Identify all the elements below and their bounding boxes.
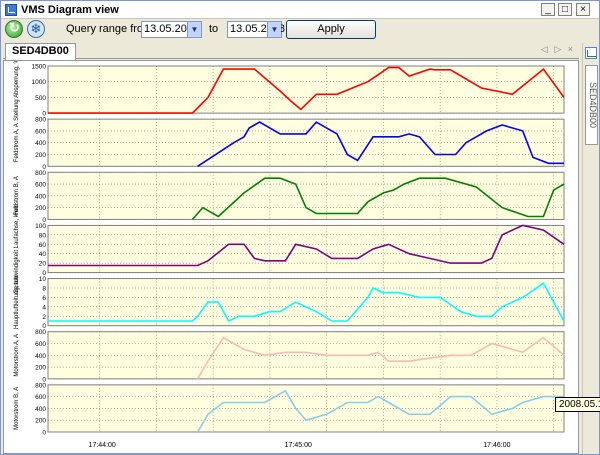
y-tick-label: 400	[35, 140, 46, 147]
y-tick-label: 400	[35, 193, 46, 200]
to-date-picker[interactable]: 13.05.2008 ▼	[227, 21, 285, 38]
y-tick-label: 0	[42, 430, 46, 437]
tab-navigation[interactable]: ◁ ▷ ×	[541, 44, 575, 55]
y-tick-label: 200	[35, 205, 46, 212]
tab-sed4db00[interactable]: SED4DB00	[5, 43, 76, 60]
y-tick-label: 500	[35, 95, 46, 102]
refresh-icon[interactable]	[5, 20, 23, 38]
x-tick-label: 17:45:00	[285, 442, 312, 449]
y-tick-label: 2	[42, 314, 46, 321]
charts-svg: 050010001500Stellung Absperrung, %020040…	[14, 61, 565, 449]
y-tick-label: 600	[35, 341, 46, 348]
y-tick-label: 40	[39, 251, 47, 258]
minimize-button[interactable]: _	[541, 3, 555, 16]
y-tick-label: 800	[35, 117, 46, 124]
query-range-label: Query range from	[66, 23, 153, 35]
x-tick-label: 17:46:00	[483, 442, 510, 449]
y-tick-label: 600	[35, 394, 46, 401]
y-tick-label: 200	[35, 152, 46, 159]
x-tick-label: 17:44:00	[89, 442, 116, 449]
y-tick-label: 400	[35, 406, 46, 413]
app-chart-icon	[5, 3, 17, 16]
y-axis-label: Motorstrom B, A	[14, 387, 20, 430]
to-label: to	[209, 23, 219, 35]
y-tick-label: 800	[35, 382, 46, 389]
y-tick-label: 400	[35, 353, 46, 360]
chart-icon[interactable]	[585, 47, 597, 59]
y-tick-label: 4	[42, 304, 46, 311]
chevron-down-icon[interactable]: ▼	[187, 22, 201, 37]
y-tick-label: 200	[35, 418, 46, 425]
window-title: VMS Diagram view	[21, 3, 119, 16]
side-panel: SED4DB00	[582, 43, 599, 454]
chart-area: 0 500 1000 1500 Stellung Absperrung, % 0 200 40…	[3, 60, 579, 454]
y-tick-label: 600	[35, 182, 46, 189]
maximize-button[interactable]: □	[558, 3, 572, 16]
close-button[interactable]: ×	[576, 3, 590, 16]
y-tick-label: 600	[35, 128, 46, 135]
toolbar: ❄ Query range from 13.05.2008 ▼ to 13.05…	[1, 19, 599, 41]
y-tick-label: 80	[39, 232, 47, 239]
y-axis-label: Hauptluftleitung, bar	[14, 275, 20, 329]
y-tick-label: 10	[39, 276, 47, 283]
plot-background	[47, 278, 565, 327]
y-tick-label: 60	[39, 242, 47, 249]
snowflake-icon[interactable]: ❄	[27, 20, 45, 38]
y-tick-label: 6	[42, 295, 46, 302]
side-tab-label: SED4DB00	[588, 81, 598, 129]
y-tick-label: 8	[42, 286, 46, 293]
side-tab[interactable]: SED4DB00	[585, 65, 598, 145]
tooltip: 2008.05.13	[555, 397, 600, 412]
from-date-picker[interactable]: 13.05.2008 ▼	[141, 21, 202, 38]
y-tick-label: 800	[35, 329, 46, 336]
y-tick-label: 800	[35, 170, 46, 177]
y-tick-label: 1000	[32, 79, 47, 86]
y-tick-label: 200	[35, 365, 46, 372]
y-axis-label: Stellung Absperrung, %	[14, 61, 20, 121]
apply-button[interactable]: Apply	[286, 20, 376, 39]
chevron-down-icon[interactable]: ▼	[267, 22, 281, 37]
y-tick-label: 1500	[32, 64, 47, 71]
y-tick-label: 100	[35, 223, 46, 230]
main-window: VMS Diagram view _ □ × ❄ Query range fro…	[0, 0, 600, 455]
y-tick-label: 20	[39, 261, 47, 268]
title-bar[interactable]: VMS Diagram view _ □ ×	[1, 1, 599, 19]
y-axis-label: Motorstrom A, A	[14, 334, 20, 377]
y-axis-label: Feldstrom A, A	[14, 123, 20, 162]
tab-strip: SED4DB00 ◁ ▷ ×	[3, 43, 579, 60]
